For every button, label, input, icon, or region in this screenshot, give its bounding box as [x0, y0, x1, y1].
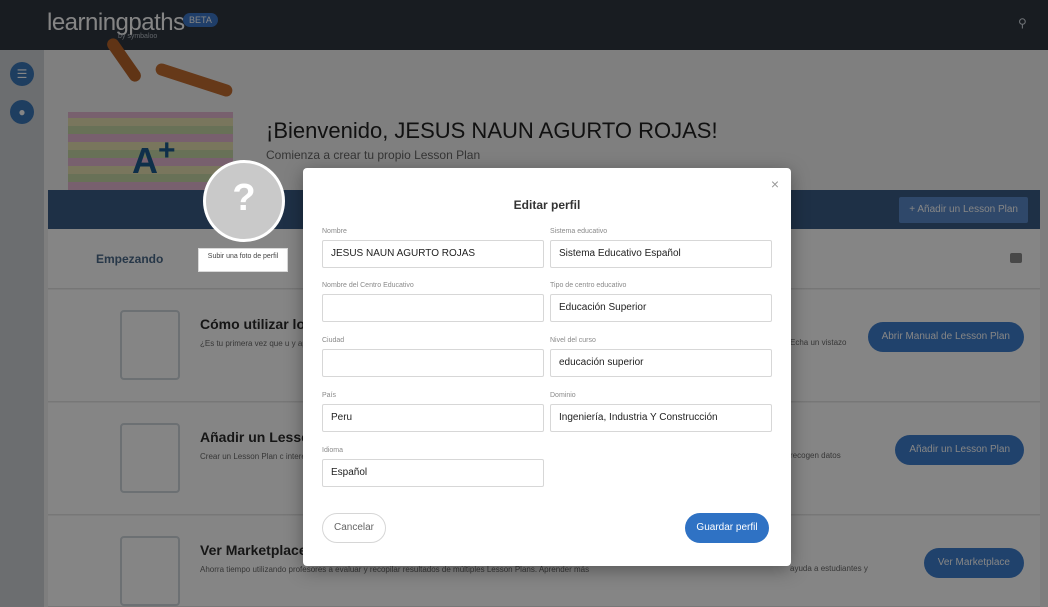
domain-label: Dominio [550, 392, 576, 399]
name-label: Nombre [322, 228, 347, 235]
school-name-label: Nombre del Centro Educativo [322, 282, 414, 289]
education-system-select[interactable]: Sistema Educativo Español [550, 240, 772, 268]
city-label: Ciudad [322, 337, 345, 344]
country-select[interactable]: Peru [322, 404, 544, 432]
school-name-field-group: Nombre del Centro Educativo [322, 282, 544, 322]
language-field-group: Idioma Español [322, 447, 544, 487]
education-system-label: Sistema educativo [550, 228, 608, 235]
school-name-input[interactable] [322, 294, 544, 322]
course-level-field-group: Nivel del curso educación superior [550, 337, 772, 377]
domain-select[interactable]: Ingeniería, Industria Y Construcción [550, 404, 772, 432]
close-icon[interactable]: × [771, 176, 779, 192]
city-field-group: Ciudad [322, 337, 544, 377]
city-input[interactable] [322, 349, 544, 377]
save-profile-button[interactable]: Guardar perfil [685, 513, 769, 543]
language-label: Idioma [322, 447, 344, 454]
course-level-label: Nivel del curso [550, 337, 596, 344]
cancel-button[interactable]: Cancelar [322, 513, 386, 543]
school-type-label: Tipo de centro educativo [550, 282, 627, 289]
country-field-group: País Peru [322, 392, 544, 432]
school-type-field-group: Tipo de centro educativo Educación Super… [550, 282, 772, 322]
avatar-tooltip: Subir una foto de perfil [198, 248, 288, 272]
language-select[interactable]: Español [322, 459, 544, 487]
school-type-select[interactable]: Educación Superior [550, 294, 772, 322]
avatar[interactable]: ? [203, 160, 285, 242]
name-input[interactable]: JESUS NAUN AGURTO ROJAS [322, 240, 544, 268]
edit-profile-modal: × Editar perfil Nombre JESUS NAUN AGURTO… [303, 168, 791, 566]
domain-field-group: Dominio Ingeniería, Industria Y Construc… [550, 392, 772, 432]
country-label: País [322, 392, 337, 399]
name-field-group: Nombre JESUS NAUN AGURTO ROJAS [322, 228, 544, 268]
modal-title: Editar perfil [513, 198, 581, 212]
education-system-field-group: Sistema educativo Sistema Educativo Espa… [550, 228, 772, 268]
question-mark-icon: ? [232, 177, 256, 219]
course-level-select[interactable]: educación superior [550, 349, 772, 377]
